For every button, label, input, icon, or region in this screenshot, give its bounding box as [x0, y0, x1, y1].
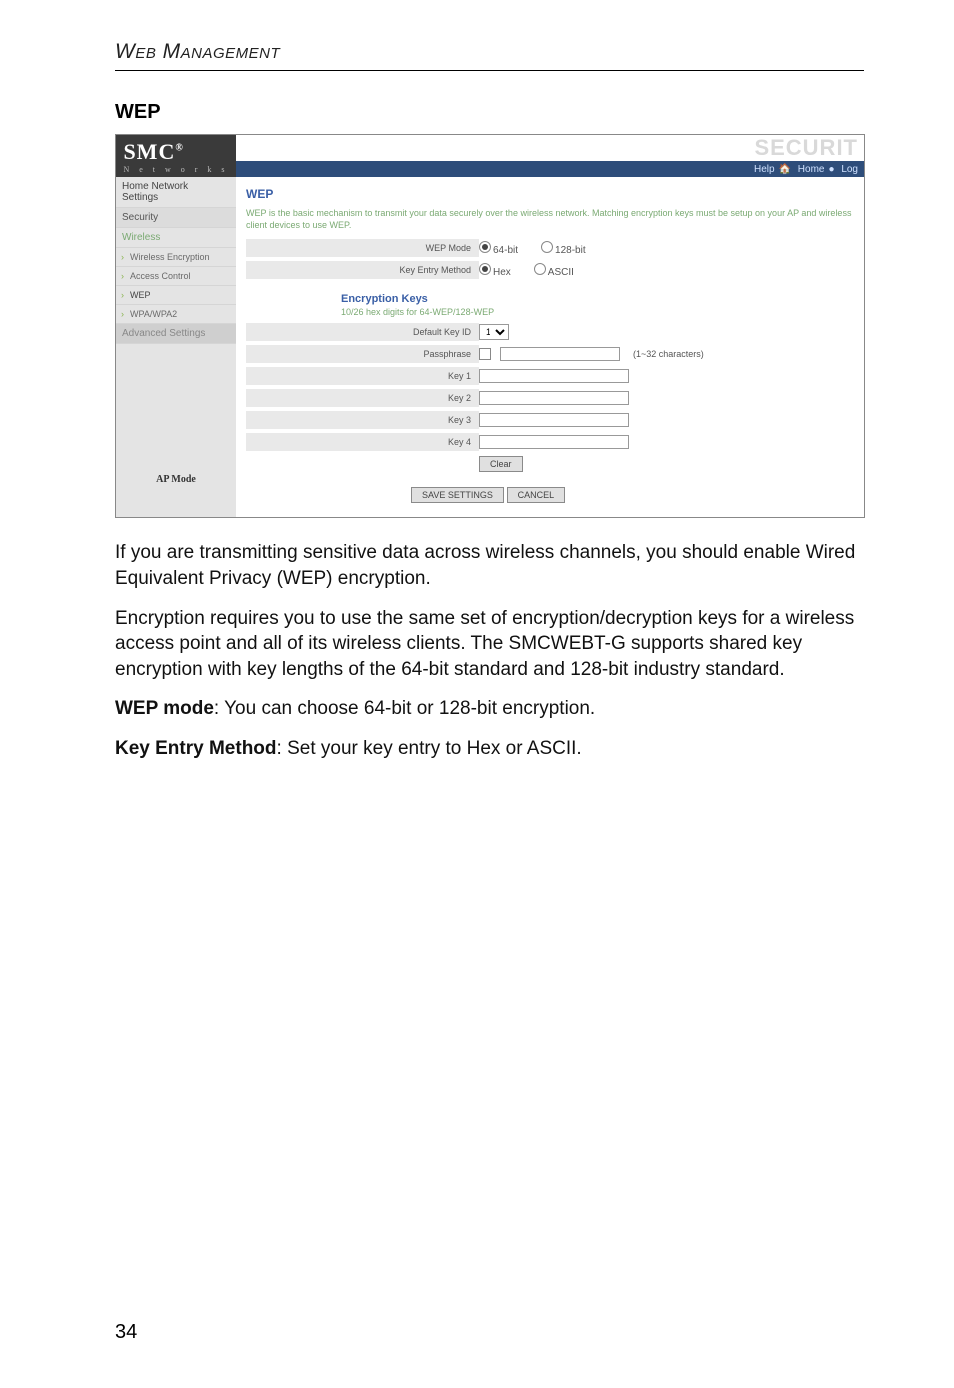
home-link[interactable]: 🏠 Home: [779, 164, 825, 175]
smc-logo: SMC® N e t w o r k s: [116, 135, 236, 177]
clear-button[interactable]: Clear: [479, 456, 523, 472]
save-settings-button[interactable]: SAVE SETTINGS: [411, 487, 504, 503]
sidebar-home-network[interactable]: Home NetworkSettings: [116, 177, 236, 208]
wep-mode-label: WEP Mode: [246, 239, 479, 257]
wep-mode-64[interactable]: 64-bit: [479, 241, 518, 256]
kem-hex[interactable]: Hex: [479, 263, 511, 278]
key-entry-method-label: Key Entry Method: [246, 261, 479, 279]
key4-label: Key 4: [246, 433, 479, 451]
passphrase-check[interactable]: [479, 348, 491, 360]
running-head: Web Management: [115, 40, 864, 64]
key1-input[interactable]: [479, 369, 629, 383]
body-p2: Encryption requires you to use the same …: [115, 606, 864, 683]
sidebar: Home NetworkSettings Security Wireless W…: [116, 177, 236, 517]
passphrase-hint: (1~32 characters): [633, 349, 704, 359]
kem-ascii[interactable]: ASCII: [534, 263, 574, 278]
sidebar-access-control[interactable]: Access Control: [116, 267, 236, 286]
main-panel: WEP WEP is the basic mechanism to transm…: [236, 177, 864, 517]
body-p3: WEP mode: You can choose 64-bit or 128-b…: [115, 696, 864, 722]
body-p1: If you are transmitting sensitive data a…: [115, 540, 864, 591]
security-watermark: SECURIT: [754, 135, 858, 161]
sidebar-wireless-encryption[interactable]: Wireless Encryption: [116, 248, 236, 267]
router-ui-screenshot: SMC® N e t w o r k s SECURIT Help 🏠 Home…: [115, 134, 865, 518]
sidebar-ap-mode: AP Mode: [116, 464, 236, 495]
cancel-button[interactable]: CANCEL: [507, 487, 566, 503]
key2-input[interactable]: [479, 391, 629, 405]
sidebar-advanced[interactable]: Advanced Settings: [116, 324, 236, 344]
panel-title: WEP: [246, 187, 854, 201]
top-stripe: Help 🏠 Home ● Log: [236, 161, 864, 177]
key3-input[interactable]: [479, 413, 629, 427]
encryption-keys-heading: Encryption Keys: [341, 293, 854, 305]
key1-label: Key 1: [246, 367, 479, 385]
sidebar-wireless[interactable]: Wireless: [116, 228, 236, 248]
head-rule: [115, 70, 864, 71]
log-link[interactable]: ● Log: [828, 164, 858, 175]
wep-heading: WEP: [115, 101, 864, 124]
panel-description: WEP is the basic mechanism to transmit y…: [246, 207, 854, 231]
body-p4: Key Entry Method: Set your key entry to …: [115, 736, 864, 762]
help-link[interactable]: Help: [754, 164, 775, 175]
sidebar-wpa[interactable]: WPA/WPA2: [116, 305, 236, 324]
sidebar-security[interactable]: Security: [116, 208, 236, 228]
key2-label: Key 2: [246, 389, 479, 407]
default-key-id-select[interactable]: 1: [479, 324, 509, 340]
wep-mode-128[interactable]: 128-bit: [541, 241, 586, 256]
key4-input[interactable]: [479, 435, 629, 449]
sidebar-wep[interactable]: WEP: [116, 286, 236, 305]
passphrase-input[interactable]: [500, 347, 620, 361]
page-number: 34: [115, 1321, 137, 1344]
encryption-keys-sub: 10/26 hex digits for 64-WEP/128-WEP: [341, 307, 854, 317]
default-key-id-label: Default Key ID: [246, 323, 479, 341]
passphrase-label: Passphrase: [246, 345, 479, 363]
key3-label: Key 3: [246, 411, 479, 429]
